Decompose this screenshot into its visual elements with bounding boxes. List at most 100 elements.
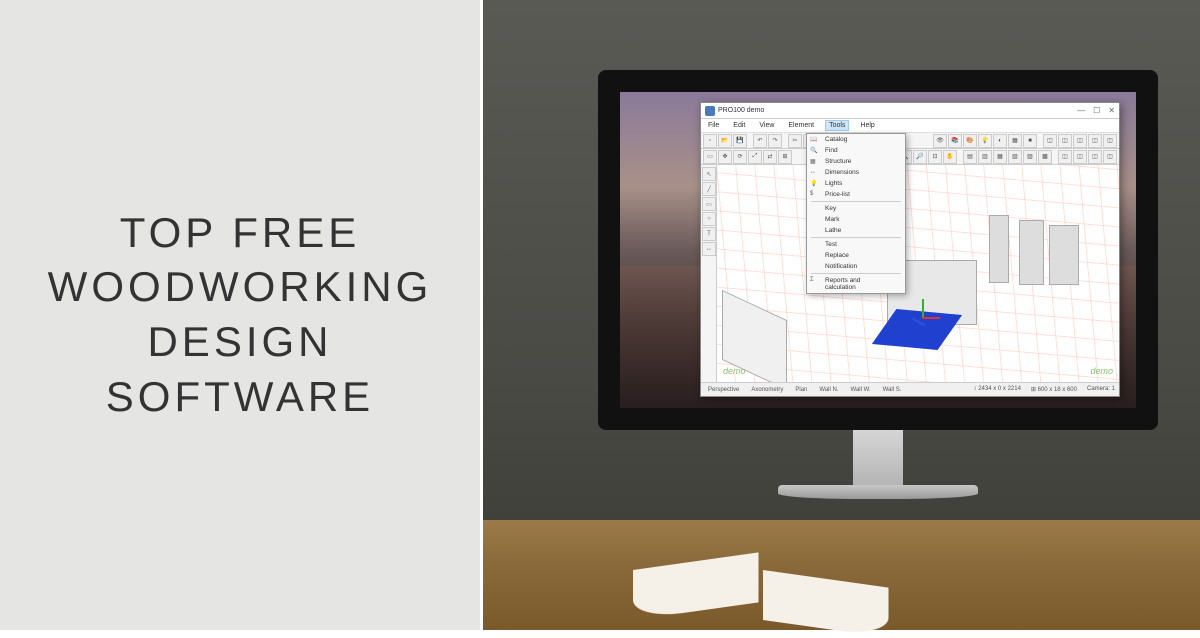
dd-lights[interactable]: 💡Lights (807, 178, 905, 189)
sigma-icon: Σ (810, 277, 818, 285)
tb-save-icon[interactable]: 💾 (733, 134, 747, 148)
tb-extra3-icon[interactable]: ◫ (1073, 134, 1087, 148)
dd-replace[interactable]: Replace (807, 250, 905, 261)
dd-key[interactable]: Key (807, 203, 905, 214)
side-arrow-icon[interactable]: ↖ (702, 167, 716, 181)
dd-find[interactable]: 🔍Find (807, 145, 905, 156)
tb-snap3-icon[interactable]: ◫ (1088, 150, 1102, 164)
status-tab-perspective[interactable]: Perspective (705, 387, 742, 393)
tb-move-icon[interactable]: ✥ (718, 150, 732, 164)
dd-notification[interactable]: Notification (807, 261, 905, 272)
tools-dropdown: 📖Catalog 🔍Find ▦Structure ↔Dimensions 💡L… (806, 133, 906, 294)
headline-panel: TOP FREEWOODWORKINGDESIGNSOFTWARE (0, 0, 480, 630)
close-button[interactable]: ✕ (1108, 106, 1115, 115)
dd-catalog[interactable]: 📖Catalog (807, 134, 905, 145)
tb-extra1-icon[interactable]: ◫ (1043, 134, 1057, 148)
cabinet-right-1[interactable] (1049, 225, 1079, 285)
dimension-icon: ↔ (810, 169, 818, 177)
structure-icon: ▦ (810, 158, 818, 166)
tb-scale-icon[interactable]: ⤢ (748, 150, 762, 164)
status-dims: ⊞ 600 x 18 x 600 (1031, 386, 1077, 393)
side-line-icon[interactable]: ╱ (702, 182, 716, 196)
axis-gizmo[interactable] (912, 307, 932, 327)
menu-file[interactable]: File (705, 121, 722, 130)
dd-pricelist[interactable]: $Price-list (807, 189, 905, 200)
tb-snap2-icon[interactable]: ◫ (1073, 150, 1087, 164)
side-dim-icon[interactable]: ↔ (702, 242, 716, 256)
app-window: PRO100 demo — ☐ ✕ File Edit View Element (700, 102, 1120, 397)
dd-test[interactable]: Test (807, 239, 905, 250)
tb-select-icon[interactable]: ▭ (703, 150, 717, 164)
tb-shade-icon[interactable]: ◐ (993, 134, 1007, 148)
tb-wire-icon[interactable]: ▦ (1008, 134, 1022, 148)
dd-lathe[interactable]: Lathe (807, 225, 905, 236)
tb-solid-icon[interactable]: ■ (1023, 134, 1037, 148)
toolbar-row-2: ▭ ✥ ⟳ ⤢ ⇄ ⊞ 🔍 🔎 ⊡ ✋ ▤ ▥ (701, 149, 1119, 165)
tb-align2-icon[interactable]: ▥ (978, 150, 992, 164)
dd-mark[interactable]: Mark (807, 214, 905, 225)
tb-view-icon[interactable]: 👁 (933, 134, 947, 148)
side-circle-icon[interactable]: ○ (702, 212, 716, 226)
watermark-left: demo (723, 366, 746, 376)
cabinet-right-2[interactable] (1019, 220, 1044, 285)
cabinet-right-3[interactable] (989, 215, 1009, 283)
tb-catalog-icon[interactable]: 📚 (948, 134, 962, 148)
tb-group-icon[interactable]: ⊞ (778, 150, 792, 164)
book-icon: 📖 (810, 136, 818, 144)
tb-new-icon[interactable]: ▫ (703, 134, 717, 148)
axis-z-icon (913, 318, 926, 326)
monitor-stand-base (778, 485, 978, 499)
dd-reports[interactable]: ΣReports and calculation (807, 275, 905, 293)
scene-panel: PRO100 demo — ☐ ✕ File Edit View Element (480, 0, 1200, 630)
tb-undo-icon[interactable]: ↶ (753, 134, 767, 148)
menu-tools[interactable]: Tools (825, 120, 849, 131)
dd-separator (811, 273, 901, 274)
tb-snap4-icon[interactable]: ◫ (1103, 150, 1117, 164)
status-tab-plan[interactable]: Plan (792, 387, 810, 393)
menu-view[interactable]: View (756, 121, 777, 130)
tb-render-icon[interactable]: 🎨 (963, 134, 977, 148)
tb-light-icon[interactable]: 💡 (978, 134, 992, 148)
status-coords: ↕ 2434 x 0 x 2214 (974, 386, 1021, 393)
menu-bar: File Edit View Element Tools Help (701, 119, 1119, 133)
tb-extra2-icon[interactable]: ◫ (1058, 134, 1072, 148)
dd-structure[interactable]: ▦Structure (807, 156, 905, 167)
tb-redo-icon[interactable]: ↷ (768, 134, 782, 148)
maximize-button[interactable]: ☐ (1093, 106, 1100, 115)
watermark-right: demo (1090, 366, 1113, 376)
tb-zoom-out-icon[interactable]: 🔎 (913, 150, 927, 164)
menu-help[interactable]: Help (857, 121, 877, 130)
tb-pan-icon[interactable]: ✋ (943, 150, 957, 164)
menu-element[interactable]: Element (785, 121, 817, 130)
toolbar-row-1: ▫ 📂 💾 ↶ ↷ ✂ ⎘ 📋 👁 📚 🎨 (701, 133, 1119, 149)
side-text-icon[interactable]: T (702, 227, 716, 241)
dd-dimensions[interactable]: ↔Dimensions (807, 167, 905, 178)
tb-mirror-icon[interactable]: ⇄ (763, 150, 777, 164)
minimize-button[interactable]: — (1077, 106, 1085, 115)
status-tab-axonometry[interactable]: Axonometry (748, 387, 786, 393)
tb-extra4-icon[interactable]: ◫ (1088, 134, 1102, 148)
title-bar[interactable]: PRO100 demo — ☐ ✕ (701, 103, 1119, 119)
tb-align3-icon[interactable]: ▦ (993, 150, 1007, 164)
side-rect-icon[interactable]: ▭ (702, 197, 716, 211)
tb-align1-icon[interactable]: ▤ (963, 150, 977, 164)
status-tab-walls[interactable]: Wall S. (880, 387, 905, 393)
menu-edit[interactable]: Edit (730, 121, 748, 130)
tb-extra5-icon[interactable]: ◫ (1103, 134, 1117, 148)
tb-align5-icon[interactable]: ▨ (1023, 150, 1037, 164)
monitor-screen: PRO100 demo — ☐ ✕ File Edit View Element (598, 70, 1158, 430)
dd-separator (811, 201, 901, 202)
app-icon (705, 106, 715, 116)
tb-align4-icon[interactable]: ▧ (1008, 150, 1022, 164)
tb-open-icon[interactable]: 📂 (718, 134, 732, 148)
tb-snap1-icon[interactable]: ◫ (1058, 150, 1072, 164)
tb-align6-icon[interactable]: ▩ (1038, 150, 1052, 164)
tb-rotate-icon[interactable]: ⟳ (733, 150, 747, 164)
tb-fit-icon[interactable]: ⊡ (928, 150, 942, 164)
axis-x-icon (922, 317, 940, 319)
search-icon: 🔍 (810, 147, 818, 155)
viewport-3d[interactable]: demo demo (717, 165, 1119, 382)
tb-cut-icon[interactable]: ✂ (788, 134, 802, 148)
status-tab-walln[interactable]: Wall N. (816, 387, 841, 393)
status-tab-wallw[interactable]: Wall W. (848, 387, 874, 393)
